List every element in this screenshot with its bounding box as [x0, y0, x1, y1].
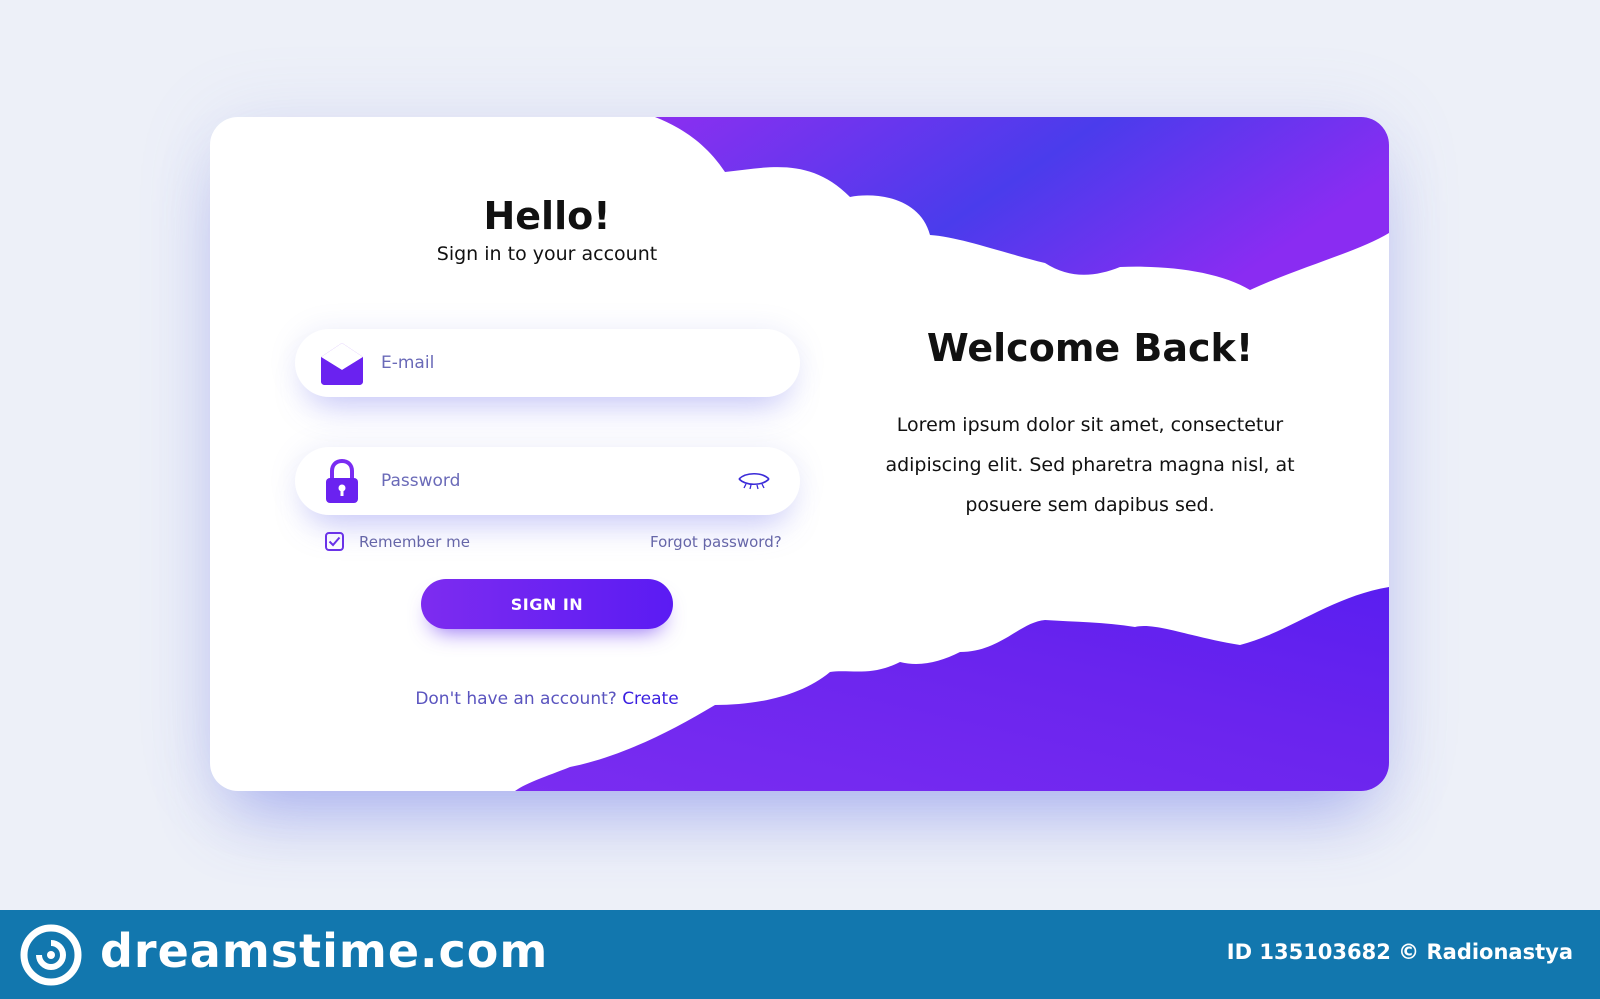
- email-field[interactable]: [295, 329, 800, 397]
- watermark-credit: ID 135103682 © Radionastya: [1226, 940, 1573, 964]
- signup-prompt: Don't have an account? Create: [210, 689, 884, 709]
- email-input[interactable]: [381, 329, 701, 397]
- checkmark-icon: [328, 536, 341, 547]
- spiral-logo-icon: [20, 924, 82, 986]
- create-account-link[interactable]: Create: [622, 689, 679, 709]
- signup-text: Don't have an account?: [415, 689, 617, 709]
- remember-label: Remember me: [359, 532, 470, 551]
- envelope-icon: [321, 343, 363, 385]
- remember-checkbox[interactable]: [325, 532, 344, 551]
- welcome-body: Lorem ipsum dolor sit amet, consectetur …: [885, 414, 1295, 516]
- login-card: Hello! Sign in to your account E-mail Re…: [210, 117, 1389, 791]
- watermark-bar: dreamstime.com ID 135103682 © Radionasty…: [0, 910, 1600, 999]
- greeting-subtitle: Sign in to your account: [436, 243, 658, 265]
- greeting-title: Hello!: [483, 194, 611, 238]
- eye-closed-icon[interactable]: [736, 469, 772, 493]
- sign-in-button[interactable]: SIGN IN: [421, 579, 673, 629]
- remember-me[interactable]: Remember me: [325, 532, 470, 551]
- lock-icon: [326, 458, 358, 503]
- watermark-brand: dreamstime.com: [100, 924, 549, 978]
- welcome-title: Welcome Back!: [926, 326, 1254, 370]
- password-field[interactable]: [295, 447, 800, 515]
- forgot-password-link[interactable]: Forgot password?: [650, 533, 782, 551]
- password-input[interactable]: [381, 447, 701, 515]
